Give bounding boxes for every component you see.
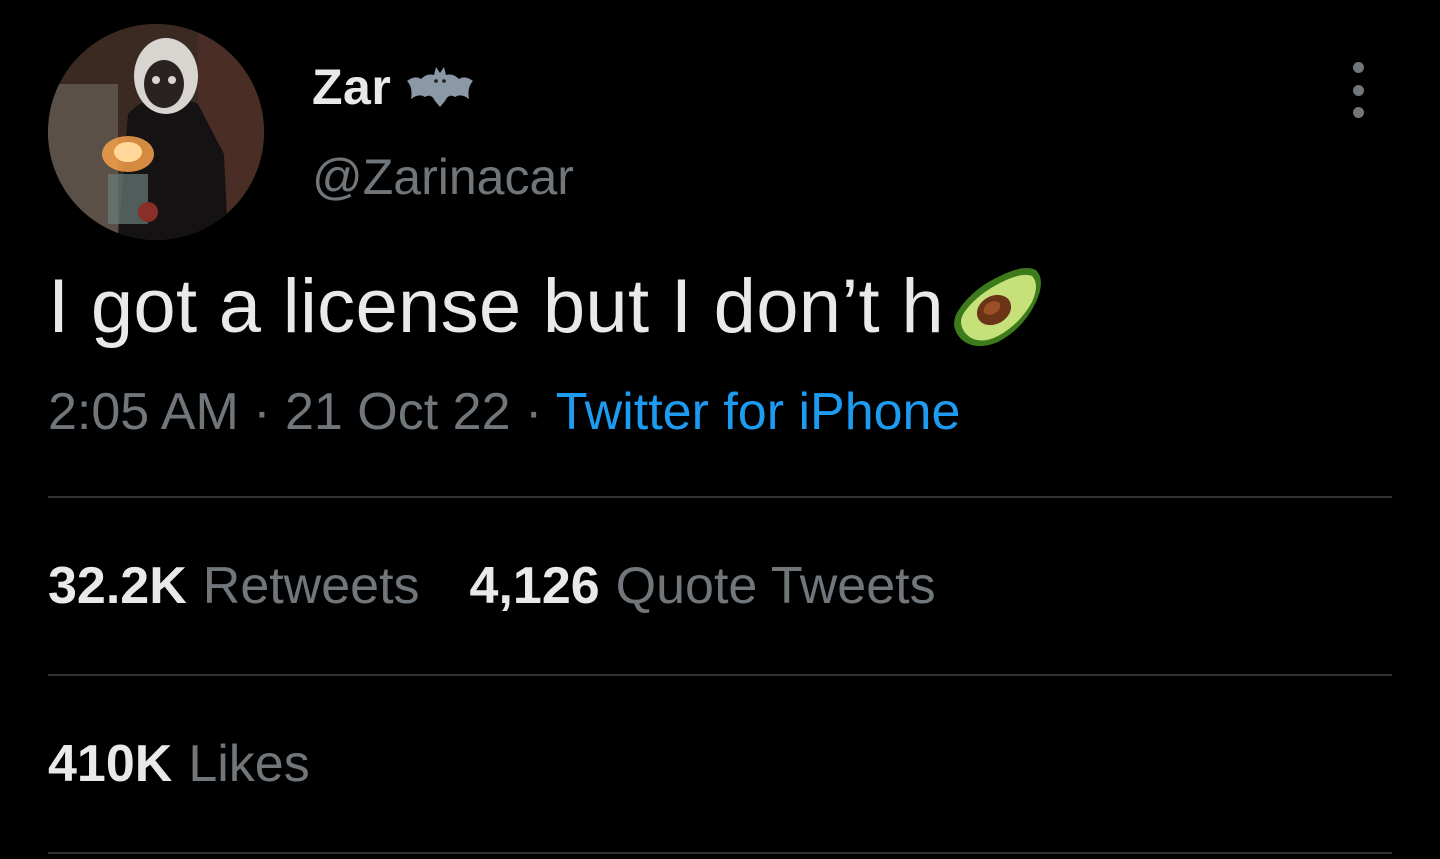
tweet-time[interactable]: 2:05 AM <box>48 383 239 441</box>
tweet-detail: Zar @Zarinacar I got a license but I don… <box>0 0 1440 859</box>
author-name-row: Zar <box>312 58 475 116</box>
display-name[interactable]: Zar <box>312 58 391 116</box>
likes-link[interactable]: 410K Likes <box>48 734 310 794</box>
more-dot-icon <box>1352 107 1364 118</box>
likes-label: Likes <box>188 735 310 793</box>
avatar[interactable] <box>48 24 264 240</box>
likes-stats-row: 410K Likes <box>48 734 360 794</box>
avocado-icon <box>946 258 1046 354</box>
more-dot-icon <box>1352 62 1364 73</box>
more-dot-icon <box>1352 84 1364 96</box>
meta-separator: · <box>253 383 286 441</box>
divider <box>48 674 1392 676</box>
retweets-label: Retweets <box>202 557 420 615</box>
tweet-meta: 2:05 AM · 21 Oct 22 · Twitter for iPhone <box>48 382 960 442</box>
divider <box>48 496 1392 498</box>
quote-tweets-label: Quote Tweets <box>615 557 936 615</box>
more-options-button[interactable] <box>1336 62 1380 118</box>
quote-tweets-link[interactable]: 4,126 Quote Tweets <box>470 556 936 616</box>
retweets-link[interactable]: 32.2K Retweets <box>48 556 420 616</box>
tweet-source-link[interactable]: Twitter for iPhone <box>556 383 961 441</box>
retweets-count: 32.2K <box>48 557 187 615</box>
divider <box>48 852 1392 854</box>
tweet-text-body: I got a license but I don’t h <box>48 263 944 349</box>
tweet-date[interactable]: 21 Oct 22 <box>285 383 510 441</box>
avatar-image <box>48 24 264 240</box>
author-handle[interactable]: @Zarinacar <box>312 148 574 206</box>
bat-icon <box>405 65 475 109</box>
quote-tweets-count: 4,126 <box>469 557 600 615</box>
retweet-stats-row: 32.2K Retweets 4,126 Quote Tweets <box>48 556 986 616</box>
likes-count: 410K <box>48 735 173 793</box>
meta-separator: · <box>524 383 556 441</box>
tweet-text: I got a license but I don’t h <box>48 258 1046 354</box>
